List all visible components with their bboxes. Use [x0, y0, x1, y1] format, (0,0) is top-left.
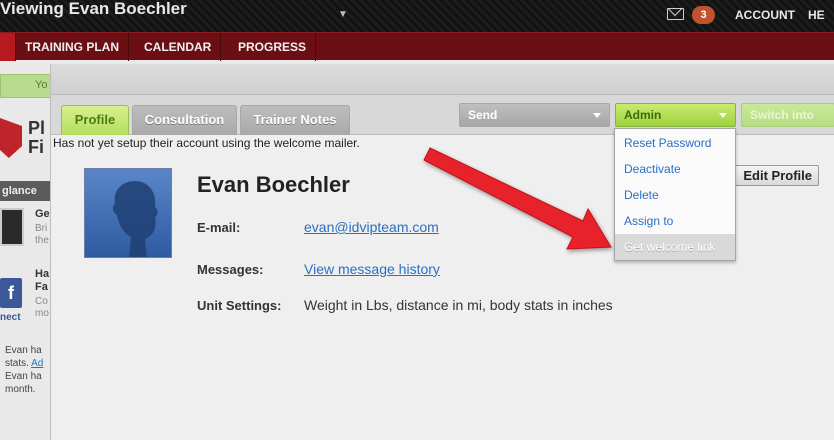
- chevron-down-icon: [593, 113, 601, 118]
- nav-calendar[interactable]: CALENDAR: [135, 33, 222, 61]
- background-activity-text: Evan ha stats. Ad Evan ha month.: [5, 345, 44, 395]
- unit-settings-label: Unit Settings:: [197, 298, 282, 313]
- background-ge-title: Ge: [35, 208, 50, 220]
- background-activity-link[interactable]: Ad: [31, 358, 43, 369]
- view-message-history-link[interactable]: View message history: [304, 261, 440, 277]
- chevron-down-icon[interactable]: ▼: [338, 9, 348, 20]
- device-icon: [0, 208, 24, 246]
- help-link[interactable]: HE: [808, 8, 825, 22]
- chevron-down-icon: [719, 113, 727, 118]
- menu-delete[interactable]: Delete: [615, 182, 735, 208]
- tab-profile[interactable]: Profile: [61, 105, 129, 135]
- account-link[interactable]: ACCOUNT: [735, 8, 795, 22]
- background-co-text: Co mo: [35, 296, 49, 319]
- viewing-title[interactable]: Viewing Evan Boechler: [0, 0, 187, 18]
- glance-header: glance: [0, 181, 56, 201]
- edit-profile-button[interactable]: Edit Profile: [733, 165, 819, 186]
- facebook-icon[interactable]: f: [0, 278, 22, 308]
- admin-dropdown-label: Admin: [624, 108, 662, 122]
- nav-training-plan[interactable]: TRAINING PLAN: [16, 33, 129, 61]
- modal-title-bar: [51, 64, 834, 95]
- admin-dropdown[interactable]: Admin: [615, 103, 736, 127]
- messages-count-badge[interactable]: 3: [692, 6, 715, 24]
- brand-shield-icon: [0, 118, 22, 158]
- email-label: E-mail:: [197, 220, 241, 235]
- switch-into-button[interactable]: Switch into: [741, 103, 834, 127]
- mail-icon[interactable]: [667, 8, 684, 20]
- menu-get-welcome-link[interactable]: Get welcome link: [615, 234, 735, 260]
- nav-progress[interactable]: PROGRESS: [229, 33, 317, 61]
- menu-assign-to[interactable]: Assign to: [615, 208, 735, 234]
- switch-into-label: Switch into: [750, 108, 814, 122]
- admin-dropdown-menu: Reset Password Deactivate Delete Assign …: [614, 128, 736, 261]
- tab-trainer-notes[interactable]: Trainer Notes: [240, 105, 350, 135]
- nav-item-home[interactable]: [0, 33, 16, 61]
- send-dropdown-label: Send: [468, 108, 498, 122]
- tab-consultation[interactable]: Consultation: [132, 105, 237, 135]
- avatar: [84, 168, 172, 258]
- welcome-mailer-notice: Has not yet setup their account using th…: [53, 136, 360, 150]
- email-link[interactable]: evan@idvipteam.com: [304, 219, 439, 235]
- unit-settings-value: Weight in Lbs, distance in mi, body stat…: [304, 297, 613, 313]
- main-nav: TRAINING PLAN CALENDAR PROGRESS: [0, 32, 834, 61]
- person-silhouette-icon: [112, 181, 158, 257]
- top-bar: Viewing Evan Boechler ▼ 3 ACCOUNT HE: [0, 0, 834, 32]
- brand-text: Pl Fi: [28, 118, 46, 157]
- background-notice-text: Yo: [35, 79, 48, 91]
- messages-label: Messages:: [197, 262, 264, 277]
- background-ha-title: Ha Fa: [35, 268, 50, 293]
- menu-reset-password[interactable]: Reset Password: [615, 130, 735, 156]
- facebook-connect-text[interactable]: nect: [0, 312, 21, 323]
- background-ge-text: Bri the: [35, 223, 49, 246]
- menu-deactivate[interactable]: Deactivate: [615, 156, 735, 182]
- client-name: Evan Boechler: [197, 172, 350, 197]
- send-dropdown[interactable]: Send: [459, 103, 610, 127]
